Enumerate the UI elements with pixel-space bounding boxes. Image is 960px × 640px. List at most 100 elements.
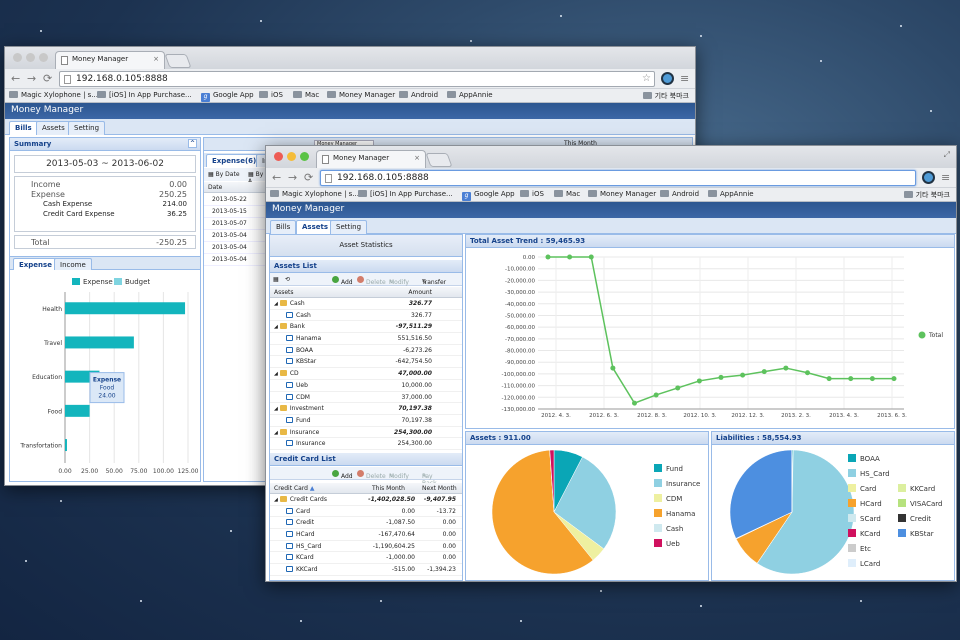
date-row[interactable]: 2013-05-04	[204, 242, 269, 254]
close-tab-icon[interactable]: ×	[414, 154, 420, 162]
bookmark-item[interactable]: AppAnnie	[708, 190, 754, 198]
col-this-month[interactable]: This Month	[372, 485, 405, 492]
expand-arrow-icon[interactable]: ◢	[274, 371, 278, 377]
date-range[interactable]: 2013-05-03 ~ 2013-06-02	[14, 155, 196, 173]
expand-arrow-icon[interactable]: ◢	[274, 497, 278, 503]
forward-arrow-icon[interactable]: →	[288, 171, 297, 184]
address-bar[interactable]: 192.168.0.105:8888	[320, 170, 916, 186]
col-next-month[interactable]: Next Month	[422, 485, 457, 492]
menu-icon[interactable]: ≡	[680, 72, 689, 85]
tab-assets[interactable]: Assets	[296, 220, 335, 234]
extension-icon[interactable]	[922, 171, 935, 184]
tree-row[interactable]: KCard -1,000.00 0.00	[270, 552, 462, 565]
extension-icon[interactable]	[661, 72, 674, 85]
minimize-button[interactable]	[26, 53, 35, 62]
col-credit-card[interactable]: Credit Card ▲	[274, 485, 315, 492]
tree-row[interactable]: KBStar -642,754.50	[270, 356, 462, 369]
tree-row[interactable]: Hanama 551,516.50	[270, 333, 462, 345]
date-row[interactable]: 2013-05-15	[204, 206, 269, 218]
back-arrow-icon[interactable]: ←	[11, 72, 20, 85]
bookmark-item[interactable]: g Google App	[201, 91, 254, 102]
tree-row[interactable]: ◢ Bank -97,511.29	[270, 321, 462, 334]
tab-income[interactable]: Income	[54, 258, 92, 270]
bookmark-item[interactable]: Magic Xylophone | s...	[270, 190, 359, 198]
browser-tab[interactable]: Money Manager ×	[55, 51, 165, 69]
date-row[interactable]: 2013-05-04	[204, 254, 269, 266]
new-tab-button[interactable]	[164, 54, 192, 68]
expand-arrow-icon[interactable]: ◢	[274, 406, 278, 412]
tree-row[interactable]: Ueb 10,000.00	[270, 380, 462, 392]
close-button[interactable]	[274, 152, 283, 161]
forward-arrow-icon[interactable]: →	[27, 72, 36, 85]
new-tab-button[interactable]	[425, 153, 453, 167]
menu-icon[interactable]: ≡	[941, 171, 950, 184]
close-tab-icon[interactable]: ×	[153, 55, 159, 63]
tree-row[interactable]: ◢ Insurance 254,300.00	[270, 427, 462, 439]
other-bookmarks[interactable]: 기타 북마크	[903, 190, 950, 200]
tab-setting[interactable]: Setting	[68, 121, 106, 135]
reload-icon[interactable]: ⟳	[304, 171, 313, 184]
tree-row[interactable]: Cash 326.77	[270, 310, 462, 322]
asset-statistics-button[interactable]: Asset Statistics	[270, 235, 462, 257]
bookmark-item[interactable]: Android	[660, 190, 699, 198]
calendar-icon[interactable]: ▦	[273, 276, 279, 283]
close-button[interactable]	[13, 53, 22, 62]
address-bar[interactable]: 192.168.0.105:8888 ☆	[59, 71, 655, 87]
tree-row[interactable]: ◢ CD 47,000.00	[270, 368, 462, 380]
bookmark-item[interactable]: iOS	[520, 190, 544, 198]
add-card-button[interactable]: Add	[332, 470, 353, 480]
tree-row[interactable]: HS_Card -1,190,604.25 0.00	[270, 541, 462, 553]
expand-arrow-icon[interactable]: ◢	[274, 301, 278, 307]
tree-row[interactable]: KKCard -515.00 -1,394.23	[270, 564, 462, 576]
browser-tab[interactable]: Money Manager ×	[316, 150, 426, 168]
tree-row[interactable]: Insurance 254,300.00	[270, 438, 462, 450]
tab-bills[interactable]: Bills	[270, 220, 297, 234]
fullscreen-icon[interactable]: ⤢	[944, 150, 950, 160]
tab-expense[interactable]: Expense	[13, 258, 58, 270]
delete-card-button[interactable]: Delete	[357, 470, 386, 480]
bookmark-item[interactable]: Money Manager	[327, 91, 395, 99]
tree-row[interactable]: Credit -1,087.50 0.00	[270, 517, 462, 530]
tab-bills[interactable]: Bills	[9, 121, 38, 135]
minimize-button[interactable]	[287, 152, 296, 161]
bookmark-item[interactable]: Magic Xylophone | s...	[9, 91, 98, 99]
bookmark-item[interactable]: [iOS] In App Purchase...	[97, 91, 192, 99]
bookmark-item[interactable]: g Google App	[462, 190, 515, 201]
bookmark-item[interactable]: iOS	[259, 91, 283, 99]
delete-asset-button[interactable]: Delete	[357, 276, 386, 286]
tab-assets[interactable]: Assets	[36, 121, 71, 135]
bookmark-item[interactable]: Mac	[293, 91, 319, 99]
back-arrow-icon[interactable]: ←	[272, 171, 281, 184]
bookmark-item[interactable]: [iOS] In App Purchase...	[358, 190, 453, 198]
refresh-icon[interactable]: ⟲	[285, 276, 290, 283]
tree-row[interactable]: ◢ Investment 70,197.38	[270, 403, 462, 415]
expand-arrow-icon[interactable]: ◢	[274, 430, 278, 436]
col-amount[interactable]: Amount	[408, 289, 432, 296]
star-icon[interactable]: ☆	[642, 73, 651, 84]
expand-arrow-icon[interactable]: ◢	[274, 324, 278, 330]
reload-icon[interactable]: ⟳	[43, 72, 52, 85]
tree-row[interactable]: BOAA -6,273.26	[270, 345, 462, 357]
date-row[interactable]: 2013-05-07	[204, 218, 269, 230]
tree-row[interactable]: Fund 70,197.38	[270, 415, 462, 427]
bookmark-item[interactable]: Money Manager	[588, 190, 656, 198]
col-assets[interactable]: Assets	[274, 289, 294, 296]
bookmark-item[interactable]: Android	[399, 91, 438, 99]
bookmark-item[interactable]: AppAnnie	[447, 91, 493, 99]
tab-setting[interactable]: Setting	[330, 220, 368, 234]
tree-row[interactable]: CDM 37,000.00	[270, 392, 462, 404]
tree-row[interactable]: ◢ Credit Cards -1,402,028.50 -9,407.95	[270, 494, 462, 506]
date-column-header[interactable]: Date	[204, 182, 269, 193]
tree-row[interactable]: ◢ Cash 326.77	[270, 298, 462, 310]
date-row[interactable]: 2013-05-22	[204, 194, 269, 206]
bookmark-item[interactable]: Mac	[554, 190, 580, 198]
zoom-button[interactable]	[300, 152, 309, 161]
collapse-icon[interactable]: ^	[188, 139, 197, 148]
tab-expense-list[interactable]: Expense(6)	[206, 154, 263, 167]
other-bookmarks[interactable]: 기타 북마크	[642, 91, 689, 101]
tree-row[interactable]: Card 0.00 -13.72	[270, 506, 462, 518]
add-asset-button[interactable]: Add	[332, 276, 353, 286]
date-row[interactable]: 2013-05-04	[204, 230, 269, 242]
zoom-button[interactable]	[39, 53, 48, 62]
by-date-button[interactable]: ▦ By Date	[208, 171, 240, 178]
